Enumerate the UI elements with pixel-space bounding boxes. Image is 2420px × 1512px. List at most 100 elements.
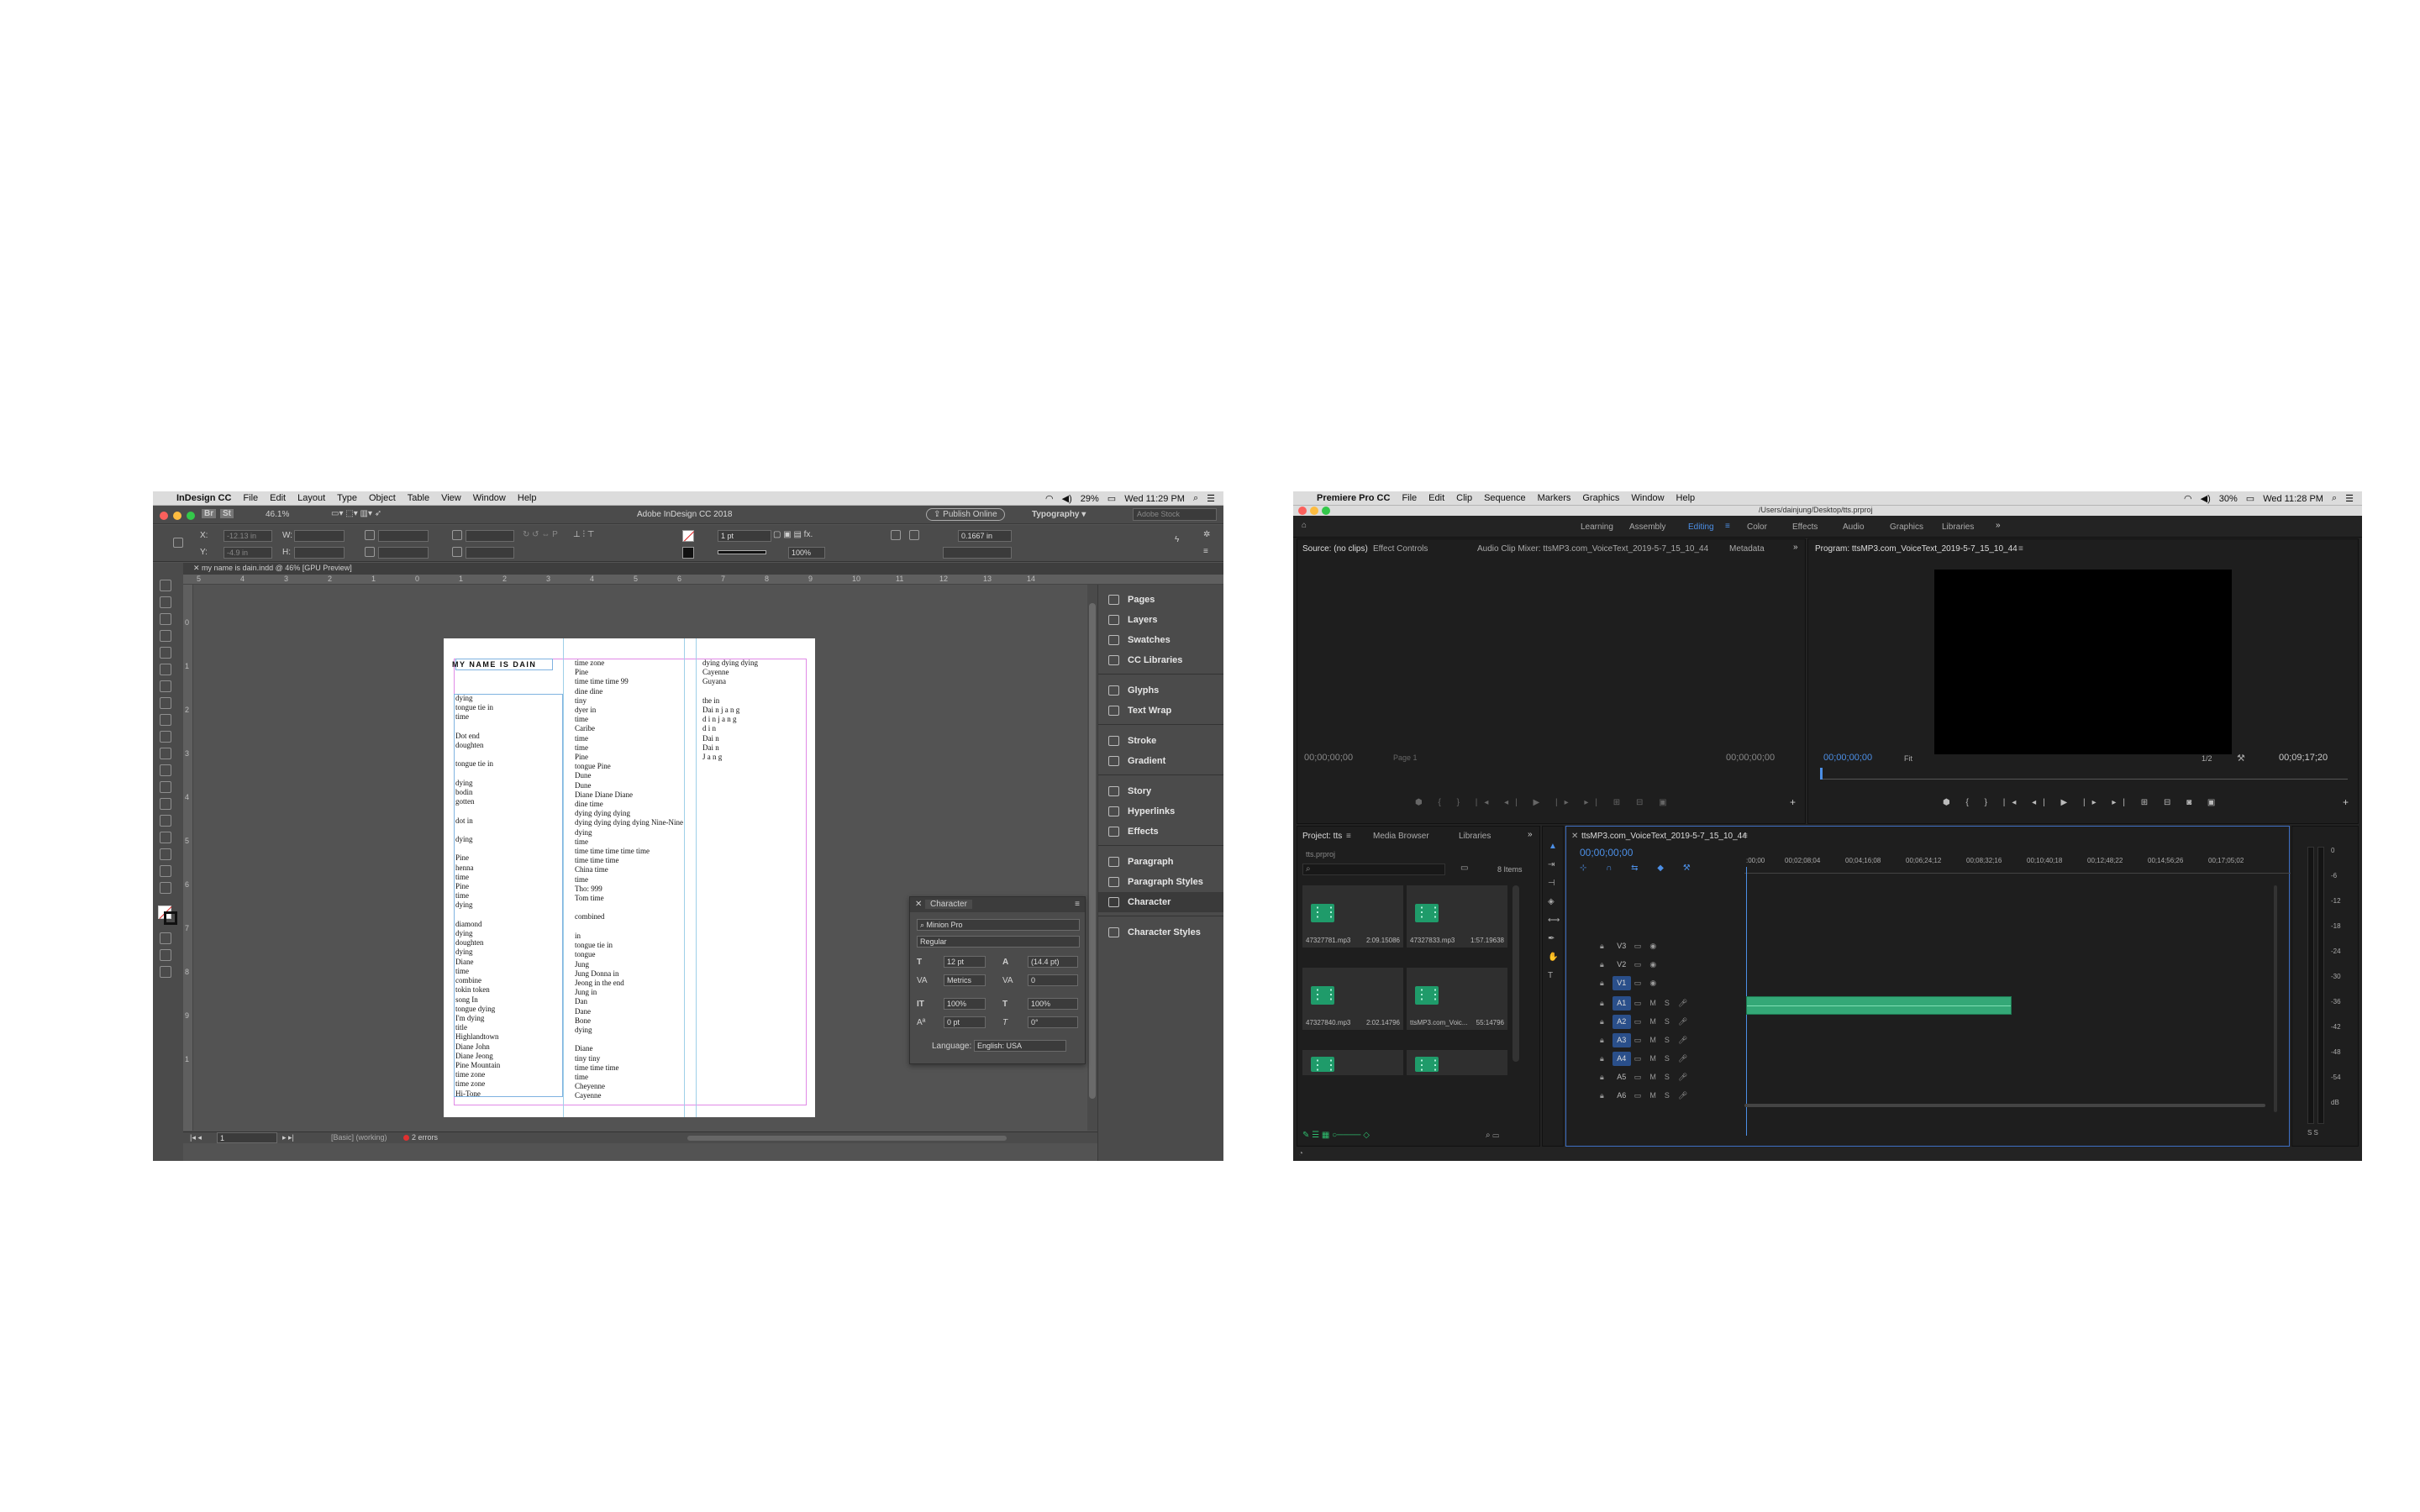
workspace-effects[interactable]: Effects <box>1792 522 1818 532</box>
lock-icon[interactable]: 🔒︎ <box>1600 1017 1604 1026</box>
meter-solo-buttons[interactable]: S S <box>2307 1129 2318 1137</box>
page-tool-icon[interactable] <box>160 613 171 625</box>
microphone-icon[interactable]: 🎤︎ <box>1678 999 1687 1008</box>
kerning-field[interactable]: Metrics <box>944 974 986 986</box>
free-transform-tool-icon[interactable] <box>160 781 171 793</box>
more-panels-icon[interactable]: » <box>1793 543 1798 552</box>
resolution-select[interactable]: 1/2 <box>2202 754 2212 763</box>
pen-tool-icon[interactable]: ✒ <box>1548 934 1555 943</box>
mute-button[interactable]: M <box>1649 1036 1656 1044</box>
lock-icon[interactable]: 🔒︎ <box>1600 1073 1604 1082</box>
rectangle-tool-icon[interactable] <box>160 748 171 759</box>
x-position-field[interactable]: -12.13 in <box>224 530 272 542</box>
mute-button[interactable]: M <box>1649 999 1656 1007</box>
project-clip-thumbnail[interactable]: ⋮⋮ <box>1302 1050 1403 1075</box>
program-playhead[interactable] <box>1820 768 1823 780</box>
menubar-clock[interactable]: Wed 11:28 PM <box>2263 494 2323 504</box>
battery-percent[interactable]: 29% <box>1081 494 1099 504</box>
vertical-scrollbar[interactable] <box>1087 585 1097 1131</box>
pages-panel-tab[interactable]: Pages <box>1098 590 1223 610</box>
battery-percent[interactable]: 30% <box>2219 494 2238 504</box>
tab-source[interactable]: Source: (no clips) <box>1302 544 1368 554</box>
app-menu[interactable]: InDesign CC <box>176 493 231 503</box>
shear-field[interactable] <box>466 547 514 559</box>
lock-icon[interactable]: 🔒︎ <box>1600 942 1604 951</box>
add-button-icon[interactable]: + <box>1790 796 1796 808</box>
close-tab-icon[interactable]: ✕ <box>193 564 202 572</box>
workspace-color[interactable]: Color <box>1747 522 1767 532</box>
stroke-panel-tab[interactable]: Stroke <box>1098 731 1223 751</box>
microphone-icon[interactable]: 🎤︎ <box>1678 1017 1687 1026</box>
workspace-assembly[interactable]: Assembly <box>1629 522 1665 532</box>
solo-button[interactable]: S <box>1665 1054 1670 1063</box>
minimize-window-button[interactable] <box>173 512 182 520</box>
menu-markers[interactable]: Markers <box>1538 493 1571 503</box>
skew-field[interactable]: 0° <box>1028 1016 1078 1028</box>
microphone-icon[interactable]: 🎤︎ <box>1678 1054 1687 1063</box>
flag-icon[interactable]: ▭ <box>1107 493 1116 504</box>
sync-lock-icon[interactable]: ▭ <box>1634 979 1642 988</box>
eye-icon[interactable]: ◉ <box>1649 942 1656 951</box>
source-transport-icons[interactable]: ⬢ { } |◂ ◂| ▶ |▸ ▸| ⊞ ⊟ ▣ <box>1415 798 1674 807</box>
program-video-frame[interactable] <box>1934 570 2232 754</box>
scale-y-field[interactable] <box>378 547 429 559</box>
tab-media-browser[interactable]: Media Browser <box>1373 832 1429 841</box>
menu-sequence[interactable]: Sequence <box>1484 493 1526 503</box>
font-family-field[interactable]: ⌕ Minion Pro <box>917 919 1080 931</box>
object-style-field[interactable] <box>943 547 1012 559</box>
apply-none-icon[interactable] <box>160 949 171 961</box>
timeline-ruler[interactable]: :00;00 00;02;08;04 00;04;16;08 00;06;24;… <box>1744 857 2291 874</box>
scissors-tool-icon[interactable] <box>160 764 171 776</box>
note-tool-icon[interactable] <box>160 832 171 843</box>
type-tool-icon[interactable] <box>160 664 171 675</box>
workspace-menu-icon[interactable]: ≡ <box>1725 522 1730 531</box>
find-icon[interactable]: ⌕ ▭ <box>1486 1131 1499 1140</box>
workspace-editing[interactable]: Editing <box>1688 522 1714 532</box>
track-label[interactable]: A5 <box>1612 1070 1631 1084</box>
eye-icon[interactable]: ◉ <box>1649 979 1656 988</box>
workspace-graphics[interactable]: Graphics <box>1890 522 1923 532</box>
horizontal-scale-field[interactable]: 100% <box>1028 998 1078 1010</box>
sync-lock-icon[interactable]: ▭ <box>1634 1054 1642 1063</box>
vertical-scale-field[interactable]: 100% <box>944 998 986 1010</box>
program-timecode[interactable]: 00;00;00;00 <box>1823 753 1872 763</box>
width-field[interactable] <box>294 530 345 542</box>
project-footer-icons[interactable]: ✎ ☰ ▦ ○──── ◇ <box>1302 1131 1370 1140</box>
preflight-errors[interactable]: 2 errors <box>412 1133 438 1142</box>
track-select-tool-icon[interactable]: ⇥ <box>1548 860 1555 869</box>
close-window-button[interactable] <box>1298 507 1307 515</box>
scale-x-field[interactable] <box>378 530 429 542</box>
lock-icon[interactable]: 🔒︎ <box>1600 999 1604 1008</box>
microphone-icon[interactable]: 🎤︎ <box>1678 1073 1687 1082</box>
add-button-icon[interactable]: + <box>2343 796 2349 808</box>
preflight-profile[interactable]: [Basic] (working) <box>331 1133 387 1142</box>
wifi-icon[interactable]: ◠ <box>2184 493 2192 504</box>
microphone-icon[interactable]: 🎤︎ <box>1678 1091 1687 1100</box>
zoom-tool-icon[interactable] <box>160 882 171 894</box>
mute-button[interactable]: M <box>1649 1091 1656 1100</box>
track-label[interactable]: A2 <box>1612 1014 1631 1029</box>
tab-audio-clip-mixer[interactable]: Audio Clip Mixer: ttsMP3.com_VoiceText_2… <box>1477 544 1708 554</box>
text-wrap-panel-tab[interactable]: Text Wrap <box>1098 701 1223 721</box>
type-tool-icon[interactable]: T <box>1548 971 1553 980</box>
sync-lock-icon[interactable]: ▭ <box>1634 1036 1642 1045</box>
pencil-tool-icon[interactable] <box>160 714 171 726</box>
sync-lock-icon[interactable]: ▭ <box>1634 1091 1642 1100</box>
rotate-icon[interactable] <box>452 530 462 540</box>
ripple-edit-tool-icon[interactable]: ⊣ <box>1548 879 1555 888</box>
gradient-feather-tool-icon[interactable] <box>160 815 171 827</box>
project-clip-thumbnail[interactable]: ⋮⋮ ttsMP3.com_Voic... 55:14796 <box>1407 968 1507 1030</box>
menu-help[interactable]: Help <box>1676 493 1696 503</box>
timeline-toggle-icons[interactable]: ⊹ ∩ ⇆ ◆ ⚒ <box>1580 864 1699 873</box>
effects-icons[interactable]: ▢ ▣ ▤ fx. <box>773 530 813 539</box>
publish-online-button[interactable]: ⇪ Publish Online <box>926 508 1005 521</box>
lock-icon[interactable]: 🔒︎ <box>1600 1091 1604 1100</box>
workspace-learning[interactable]: Learning <box>1581 522 1613 532</box>
selection-tool-icon[interactable] <box>160 580 171 591</box>
close-window-button[interactable] <box>160 512 168 520</box>
pen-tool-icon[interactable] <box>160 697 171 709</box>
timeline-h-scrollbar[interactable] <box>1744 1104 2265 1107</box>
audio-clip-a1[interactable] <box>1746 996 2012 1015</box>
hand-tool-icon[interactable]: ✋ <box>1548 953 1558 962</box>
paragraph-styles-panel-tab[interactable]: Paragraph Styles <box>1098 872 1223 892</box>
